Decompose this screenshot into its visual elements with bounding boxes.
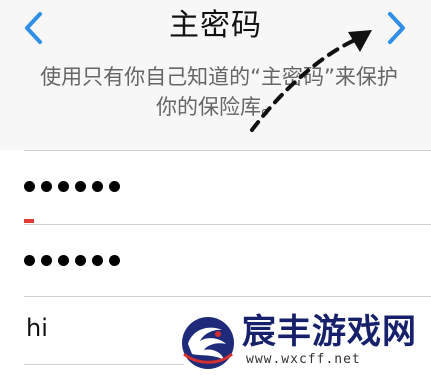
- description-line-2: 你的保险库。: [156, 95, 282, 119]
- divider: [24, 224, 431, 225]
- confirm-password-field[interactable]: [24, 240, 404, 280]
- master-password-screen: 主密码 使用只有你自己知道的“主密码”来保护 你的保险库。 hi 宸丰游戏网 w…: [0, 0, 431, 375]
- password-masked-dots: [24, 166, 404, 206]
- master-password-field[interactable]: [24, 166, 404, 206]
- next-button[interactable]: [376, 8, 416, 48]
- watermark-brand: 宸丰游戏网: [242, 312, 417, 352]
- watermark: 宸丰游戏网 www.wxcff.net: [178, 306, 430, 372]
- divider: [24, 364, 184, 365]
- chevron-right-icon: [388, 12, 405, 44]
- watermark-url: www.wxcff.net: [246, 352, 361, 367]
- description-text: 使用只有你自己知道的“主密码”来保护 你的保险库。: [24, 62, 414, 122]
- divider: [24, 296, 431, 297]
- divider: [24, 150, 431, 151]
- description-line-1: 使用只有你自己知道的“主密码”来保护: [40, 65, 398, 89]
- dragon-logo-icon: [182, 317, 234, 369]
- confirm-masked-dots: [24, 240, 404, 280]
- password-hint-field[interactable]: hi: [26, 312, 48, 344]
- text-cursor: [24, 219, 34, 223]
- page-title: 主密码: [169, 8, 262, 43]
